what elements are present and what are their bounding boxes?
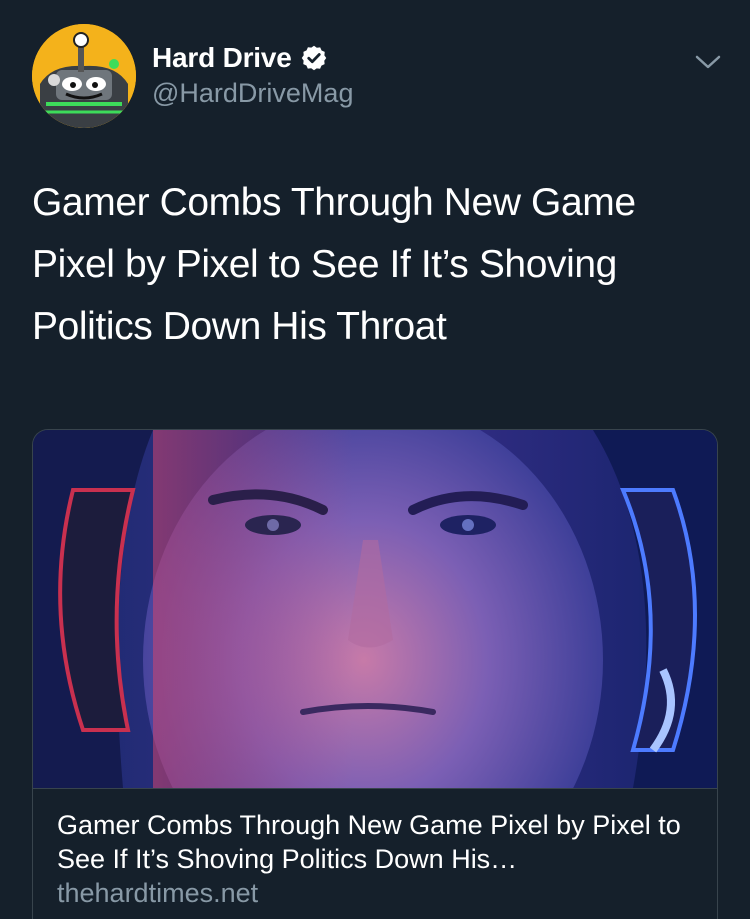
tweet: Hard Drive @HardDriveMag Gamer Combs Thr… — [0, 0, 750, 919]
tweet-text: Gamer Combs Through New Game Pixel by Pi… — [32, 181, 636, 348]
card-title: Gamer Combs Through New Game Pixel by Pi… — [57, 810, 681, 874]
card-image — [33, 430, 717, 789]
gamer-headphones-photo-icon — [33, 430, 717, 788]
author-avatar[interactable] — [32, 24, 136, 128]
link-card[interactable]: Gamer Combs Through New Game Pixel by Pi… — [32, 429, 718, 919]
author-display-name[interactable]: Hard Drive — [152, 42, 292, 74]
author-handle[interactable]: @HardDriveMag — [152, 78, 353, 109]
joystick-mascot-icon — [32, 24, 136, 128]
verified-badge-icon — [300, 44, 328, 72]
chevron-down-icon[interactable] — [690, 44, 726, 80]
author-name-row: Hard Drive — [152, 40, 328, 76]
card-domain: thehardtimes.net — [57, 878, 259, 908]
